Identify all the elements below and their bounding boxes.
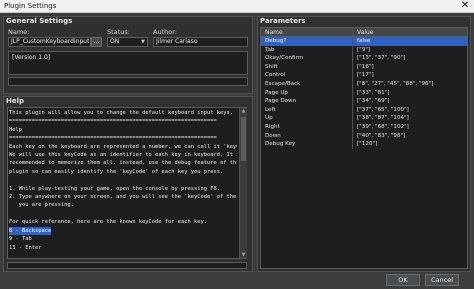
help-line: ========================================… (9, 118, 217, 125)
parameter-row[interactable]: Up ["38", "87", "104"] (261, 114, 467, 123)
parameter-name: Tab (261, 45, 353, 55)
help-line: Each key on the keyboard are represented… (9, 143, 237, 150)
parameter-name: Okay/Confirm (261, 54, 353, 63)
parameter-name: Page Down (261, 97, 353, 106)
parameter-name: Debug Key (261, 140, 353, 149)
parameter-row[interactable]: Right ["39", "68", "102"] (261, 122, 467, 132)
parameter-row[interactable]: Left ["37", "65", "100"] (261, 105, 467, 115)
help-line: This plugin will allow you to change the… (9, 110, 233, 116)
help-line (9, 210, 237, 218)
parameter-name: Escape/Back (261, 79, 353, 89)
status-select[interactable]: ON ▼ (107, 37, 148, 47)
parameters-table-header: Name Value (261, 28, 467, 37)
parameter-row[interactable]: Page Up ["33", "81"] (261, 88, 467, 98)
help-line: ========================================… (9, 135, 217, 142)
name-value: JLP_CustomKeyboardInput (11, 38, 90, 45)
parameter-row[interactable]: Shift ["16"] (261, 62, 467, 72)
status-label: Status: (107, 28, 130, 36)
name-label: Name: (8, 28, 30, 36)
help-line: 9 - Tab (9, 236, 32, 243)
parameter-value: ["39", "68", "102"] (357, 123, 409, 130)
help-text-content: This plugin will allow you to change the… (9, 109, 237, 257)
ok-button[interactable]: OK (386, 274, 420, 286)
author-label: Author: (153, 28, 177, 36)
help-line: recommended to memorize them all, instea… (9, 160, 237, 167)
column-header-name[interactable]: Name (261, 28, 353, 36)
author-value: Jilmer Cariaso (156, 38, 198, 45)
parameter-row[interactable]: Debug Key ["120"] (261, 140, 467, 149)
parameter-value: ["37", "65", "100"] (357, 106, 409, 113)
scroll-down-icon[interactable]: ▼ (240, 252, 247, 258)
column-header-value[interactable]: Value (353, 28, 467, 36)
help-line (9, 176, 237, 184)
parameter-row[interactable]: Control ["17"] (261, 71, 467, 80)
parameter-name: Shift (261, 62, 353, 72)
parameter-row[interactable]: Tab ["9"] (261, 45, 467, 55)
author-field[interactable]: Jilmer Cariaso (153, 37, 248, 47)
parameter-value: ["13", "37", "90"] (357, 55, 406, 62)
parameter-name: Page Up (261, 88, 353, 98)
help-line: Help (9, 126, 22, 133)
parameter-name: Left (261, 105, 353, 115)
cancel-button[interactable]: Cancel (425, 274, 459, 286)
parameter-row[interactable]: Escape/Back ["8", "27", "45", "88", "96"] (261, 79, 467, 89)
help-line: 1. While play-testing your game, open th… (9, 185, 220, 192)
name-browse-button[interactable]: ... (91, 37, 102, 47)
status-value: ON (110, 38, 120, 45)
close-icon[interactable]: ✕ (459, 0, 471, 12)
parameter-name: Down (261, 131, 353, 141)
version-text: [Version 1.0] (12, 54, 51, 61)
parameter-value: ["33", "81"] (357, 89, 390, 96)
help-line: plugin so can easily identify the 'keyCo… (9, 168, 224, 175)
parameter-row[interactable]: Page Down ["34", "69"] (261, 97, 467, 106)
help-line: We will use this keyCode as an identifie… (9, 152, 237, 159)
help-line: 8 - Backspace (9, 226, 52, 236)
parameter-value: ["17"] (357, 72, 374, 79)
parameter-value: false (357, 38, 371, 44)
chevron-down-icon: ▼ (141, 39, 145, 45)
parameter-row[interactable]: Okay/Confirm ["13", "37", "90"] (261, 54, 467, 63)
parameter-row[interactable]: Down ["40", "83", "98"] (261, 131, 467, 141)
parameter-value: ["16"] (357, 63, 374, 70)
parameter-value: ["40", "83", "98"] (357, 132, 406, 139)
name-field[interactable]: JLP_CustomKeyboardInput (8, 37, 91, 47)
window-title: Plugin Settings (4, 2, 57, 10)
parameter-value: ["8", "27", "45", "88", "96"] (357, 80, 434, 87)
help-scrollbar[interactable]: ▲ ▼ (239, 108, 247, 258)
parameter-value: ["38", "87", "104"] (357, 115, 409, 122)
scroll-up-icon[interactable]: ▲ (240, 108, 247, 114)
help-line: For quick reference, here are the known … (9, 219, 207, 226)
help-line: 13 - Enter (9, 244, 42, 251)
parameters-rows: Debug? false Tab ["9"] Okay/Confirm ["13", "3… (261, 37, 467, 149)
parameter-value: ["34", "69"] (357, 98, 390, 105)
note-secondary-bar (8, 77, 248, 86)
parameter-value: ["9"] (357, 46, 371, 53)
parameter-row[interactable]: Debug? false (261, 37, 467, 46)
version-note-textarea[interactable]: [Version 1.0] (8, 51, 248, 75)
parameters-title: Parameters (260, 17, 306, 25)
parameter-name: Debug? (261, 37, 353, 46)
parameter-name: Right (261, 122, 353, 132)
parameter-value: ["120"] (357, 141, 378, 148)
help-line: 2. Type anywhere on your screen, and you… (9, 194, 237, 201)
parameters-table: Name Value Debug? false Tab ["9"] Okay/Confi… (261, 28, 467, 149)
help-line: you are pressing. (9, 202, 74, 209)
help-bottom-bar (7, 262, 247, 269)
window-titlebar: Plugin Settings ✕ (0, 0, 474, 13)
parameter-name: Up (261, 114, 353, 123)
help-title: Help (6, 97, 25, 105)
general-settings-title: General Settings (6, 17, 73, 25)
help-scroll-thumb[interactable] (241, 117, 246, 161)
parameter-name: Control (261, 71, 353, 80)
